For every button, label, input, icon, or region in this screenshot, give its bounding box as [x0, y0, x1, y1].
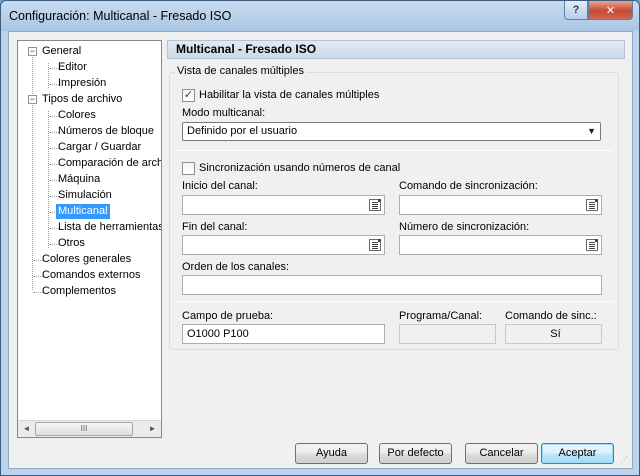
list-picker-icon[interactable]: [586, 199, 598, 211]
sync-command-result-value: Sí: [505, 324, 602, 344]
cancel-button[interactable]: Cancelar: [465, 443, 538, 464]
tree-item-simulation[interactable]: Simulación: [56, 188, 114, 203]
tree-item-print[interactable]: Impresión: [56, 76, 108, 91]
configuration-window: Configuración: Multicanal - Fresado ISO …: [0, 0, 640, 476]
test-field-label: Campo de prueba:: [182, 310, 274, 322]
dialog-client-area: − General Editor Impresión − Tipos de ar…: [8, 31, 633, 469]
resize-grip-icon[interactable]: ⋰: [620, 456, 630, 466]
tree-item-others[interactable]: Otros: [56, 236, 87, 251]
channel-number-sync-checkbox[interactable]: [182, 162, 195, 175]
scroll-left-arrow-icon[interactable]: ◄: [19, 422, 34, 436]
mode-selected-value: Definido por el usuario: [187, 125, 298, 137]
test-field-input[interactable]: O1000 P100: [182, 324, 385, 344]
multichannel-mode-select[interactable]: Definido por el usuario ▼: [182, 122, 601, 141]
sync-command-label: Comando de sincronización:: [399, 180, 538, 192]
tree-expander-file-types[interactable]: −: [28, 95, 37, 104]
tree-item-block-numbers[interactable]: Números de bloque: [56, 124, 156, 139]
sync-command-input[interactable]: [399, 195, 602, 215]
tree-item-editor[interactable]: Editor: [56, 60, 89, 75]
group-title: Vista de canales múltiples: [175, 65, 306, 77]
tree-item-external-commands[interactable]: Comandos externos: [40, 268, 142, 283]
tree-line: [32, 55, 33, 290]
enable-multichannel-checkbox[interactable]: ✓: [182, 89, 195, 102]
program-channel-label: Programa/Canal:: [399, 310, 483, 322]
channel-start-input[interactable]: [182, 195, 385, 215]
scroll-right-arrow-icon[interactable]: ►: [145, 422, 160, 436]
accept-button[interactable]: Aceptar: [541, 443, 614, 464]
tree-item-colors[interactable]: Colores: [56, 108, 98, 123]
channel-end-label: Fin del canal:: [182, 221, 248, 233]
page-title: Multicanal - Fresado ISO: [167, 40, 625, 59]
channel-number-sync-label[interactable]: Sincronización usando números de canal: [199, 162, 400, 174]
default-button[interactable]: Por defecto: [379, 443, 452, 464]
list-picker-icon[interactable]: [369, 239, 381, 251]
sync-command-result-label: Comando de sinc.:: [505, 310, 597, 322]
tree-item-multichannel[interactable]: Multicanal: [56, 204, 110, 219]
help-button[interactable]: Ayuda: [295, 443, 368, 464]
sync-number-label: Número de sincronización:: [399, 221, 530, 233]
tree-item-load-save[interactable]: Cargar / Guardar: [56, 140, 143, 155]
window-title: Configuración: Multicanal - Fresado ISO: [9, 9, 232, 23]
divider: [175, 301, 613, 302]
mode-label: Modo multicanal:: [182, 107, 266, 119]
scroll-thumb[interactable]: III: [35, 422, 133, 436]
tree-item-general[interactable]: General: [40, 44, 83, 59]
list-picker-icon[interactable]: [586, 239, 598, 251]
channel-order-label: Orden de los canales:: [182, 261, 290, 273]
tree-horizontal-scrollbar[interactable]: ◄ III ►: [18, 420, 161, 437]
enable-multichannel-label[interactable]: Habilitar la vista de canales múltiples: [199, 89, 379, 101]
divider: [175, 150, 613, 151]
tree-item-plugins[interactable]: Complementos: [40, 284, 118, 299]
close-button[interactable]: ✕: [588, 1, 633, 20]
program-channel-value: [399, 324, 496, 344]
channel-end-input[interactable]: [182, 235, 385, 255]
channel-start-label: Inicio del canal:: [182, 180, 258, 192]
tree-item-tool-list[interactable]: Lista de herramientas: [56, 220, 161, 235]
tree-item-file-compare[interactable]: Comparación de archivos: [56, 156, 161, 171]
sync-number-input[interactable]: [399, 235, 602, 255]
title-bar[interactable]: Configuración: Multicanal - Fresado ISO …: [1, 1, 639, 31]
channel-order-input[interactable]: [182, 275, 602, 295]
tree-item-machine[interactable]: Máquina: [56, 172, 102, 187]
list-picker-icon[interactable]: [369, 199, 381, 211]
tree-item-file-types[interactable]: Tipos de archivo: [40, 92, 124, 107]
tree-expander-general[interactable]: −: [28, 47, 37, 56]
tree-item-general-colors[interactable]: Colores generales: [40, 252, 133, 267]
settings-tree[interactable]: − General Editor Impresión − Tipos de ar…: [17, 40, 162, 438]
chevron-down-icon[interactable]: ▼: [587, 123, 596, 140]
help-caption-button[interactable]: ?: [564, 1, 588, 20]
